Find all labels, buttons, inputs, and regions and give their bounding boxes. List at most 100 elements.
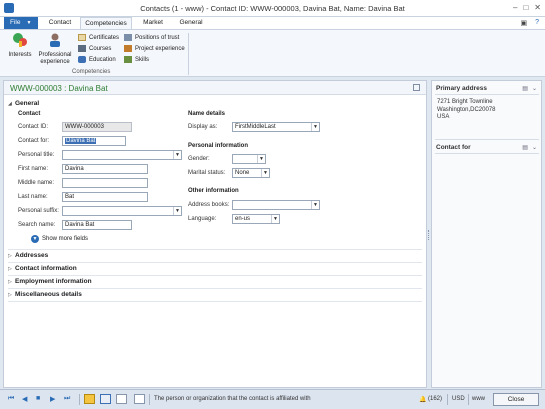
- interests-button[interactable]: Interests: [6, 32, 34, 58]
- previous-record-icon[interactable]: ◀: [22, 395, 27, 403]
- chevron-down-icon: ▼: [271, 215, 279, 223]
- divider: [435, 153, 539, 154]
- factbox-controls: ▤ ⌄: [522, 85, 537, 92]
- fasttab-miscellaneous-details[interactable]: ▷ Miscellaneous details: [8, 291, 82, 298]
- attachment-icon[interactable]: [116, 394, 127, 404]
- gender-label: Gender:: [188, 156, 210, 162]
- chevron-down-icon[interactable]: ⌄: [532, 144, 537, 151]
- header-collapse-icon[interactable]: [413, 84, 420, 91]
- gender-select[interactable]: ▼: [232, 154, 266, 164]
- tab-general[interactable]: General: [174, 17, 208, 29]
- company-indicator[interactable]: www: [472, 396, 485, 402]
- middle-name-field[interactable]: [62, 178, 148, 188]
- primary-address: 7271 Bright Townline Washington,DC20078 …: [437, 99, 496, 120]
- show-more-fields-button[interactable]: ▼ Show more fields: [31, 235, 88, 243]
- collapsed-triangle-icon: ▷: [8, 266, 12, 272]
- section-other-information: Other information: [188, 188, 239, 194]
- tab-contact[interactable]: Contact: [42, 17, 78, 29]
- divider: [435, 139, 539, 140]
- middle-name-label: Middle name:: [18, 180, 55, 186]
- language-select[interactable]: en-us ▼: [232, 214, 280, 224]
- positions-of-trust-button[interactable]: Positions of trust: [124, 34, 179, 41]
- personal-title-select[interactable]: ▼: [62, 150, 182, 160]
- section-name-details: Name details: [188, 111, 226, 117]
- search-name-field[interactable]: Davina Bat: [62, 220, 132, 230]
- chevron-down-icon: ▼: [257, 155, 265, 163]
- next-record-icon[interactable]: ▶: [50, 395, 55, 403]
- status-message: The person or organization that the cont…: [154, 396, 311, 402]
- education-button[interactable]: Education: [78, 56, 116, 63]
- fasttab-contact-information[interactable]: ▷ Contact information: [8, 265, 77, 272]
- ribbon-right-icons: ▣ ?: [520, 19, 539, 27]
- edit-mode-icon[interactable]: [84, 394, 95, 404]
- education-icon: [78, 56, 86, 63]
- divider: [8, 249, 422, 250]
- fasttab-addresses[interactable]: ▷ Addresses: [8, 252, 48, 259]
- interests-icon: [13, 33, 27, 47]
- personal-title-label: Personal title:: [18, 152, 55, 158]
- pane-splitter[interactable]: [428, 230, 430, 240]
- status-bar: ⏮ ◀ ■ ▶ ⏭ The person or organization tha…: [0, 389, 545, 409]
- fasttab-general[interactable]: ◢ General: [8, 100, 39, 107]
- last-record-icon[interactable]: ⏭: [64, 395, 70, 403]
- marital-status-label: Marital status:: [188, 170, 226, 176]
- divider: [435, 94, 539, 95]
- address-books-select[interactable]: ▼: [232, 200, 320, 210]
- tab-competencies[interactable]: Competencies: [80, 17, 132, 29]
- first-record-icon[interactable]: ⏮: [8, 395, 14, 403]
- courses-icon: [78, 45, 86, 52]
- divider: [447, 394, 448, 405]
- chevron-down-icon: ▼: [26, 20, 32, 26]
- tab-market[interactable]: Market: [134, 17, 172, 29]
- minimize-icon[interactable]: –: [513, 3, 517, 12]
- first-name-field[interactable]: Davina: [62, 164, 148, 174]
- close-button[interactable]: Close: [493, 393, 539, 406]
- project-experience-icon: [124, 45, 132, 52]
- options-icon[interactable]: ▤: [522, 144, 528, 151]
- marital-status-select[interactable]: None ▼: [232, 168, 270, 178]
- professional-experience-button[interactable]: Professional experience: [36, 32, 74, 66]
- contact-for-field[interactable]: Davina Bat: [62, 136, 126, 146]
- options-icon[interactable]: ▤: [522, 85, 528, 92]
- contact-id-field[interactable]: WWW-000003: [62, 122, 132, 132]
- document-icon[interactable]: [134, 394, 145, 404]
- divider: [8, 275, 422, 276]
- skills-button[interactable]: Skills: [124, 56, 149, 63]
- chevron-down-icon: ▼: [311, 201, 319, 209]
- project-experience-button[interactable]: Project experience: [124, 45, 185, 52]
- notification-icon[interactable]: 🔔: [419, 396, 426, 403]
- factbox-contact-for-title: Contact for: [436, 144, 471, 151]
- fasttab-employment-information[interactable]: ▷ Employment information: [8, 278, 92, 285]
- help-icon[interactable]: ?: [535, 19, 539, 27]
- courses-button[interactable]: Courses: [78, 45, 111, 52]
- first-name-label: First name:: [18, 166, 49, 172]
- chevron-down-icon[interactable]: ⌄: [532, 85, 537, 92]
- view-mode-icon[interactable]: [100, 394, 111, 404]
- certificates-button[interactable]: Certificates: [78, 34, 119, 41]
- main-form: WWW-000003 : Davina Bat ◢ General Contact…: [3, 80, 427, 388]
- search-name-label: Search name:: [18, 222, 56, 228]
- collapsed-triangle-icon: ▷: [8, 279, 12, 285]
- address-books-label: Address books:: [188, 202, 230, 208]
- last-name-field[interactable]: Bat: [62, 192, 148, 202]
- tab-file[interactable]: File ▼: [4, 17, 38, 29]
- contact-for-label: Contact for:: [18, 138, 50, 144]
- chevron-down-icon: ▼: [173, 151, 181, 159]
- title-bar: Contacts (1 - www) - Contact ID: WWW-000…: [0, 0, 545, 17]
- factbox-pane: Primary address ▤ ⌄ 7271 Bright Townline…: [431, 80, 542, 388]
- chevron-down-icon: ▼: [261, 169, 269, 177]
- stop-icon[interactable]: ■: [36, 395, 40, 402]
- chevron-down-icon: ▼: [311, 123, 319, 131]
- maximize-icon[interactable]: □: [523, 3, 528, 12]
- notification-count[interactable]: (162): [428, 396, 442, 402]
- window-controls: – □ ✕: [513, 3, 541, 12]
- close-icon[interactable]: ✕: [534, 3, 541, 12]
- divider: [8, 288, 422, 289]
- layout-icon[interactable]: ▣: [520, 19, 527, 27]
- currency-indicator[interactable]: USD: [452, 396, 465, 402]
- divider: [79, 394, 80, 405]
- display-as-select[interactable]: FirstMiddleLast ▼: [232, 122, 320, 132]
- personal-suffix-select[interactable]: ▼: [62, 206, 182, 216]
- language-label: Language:: [188, 216, 217, 222]
- divider: [149, 394, 150, 405]
